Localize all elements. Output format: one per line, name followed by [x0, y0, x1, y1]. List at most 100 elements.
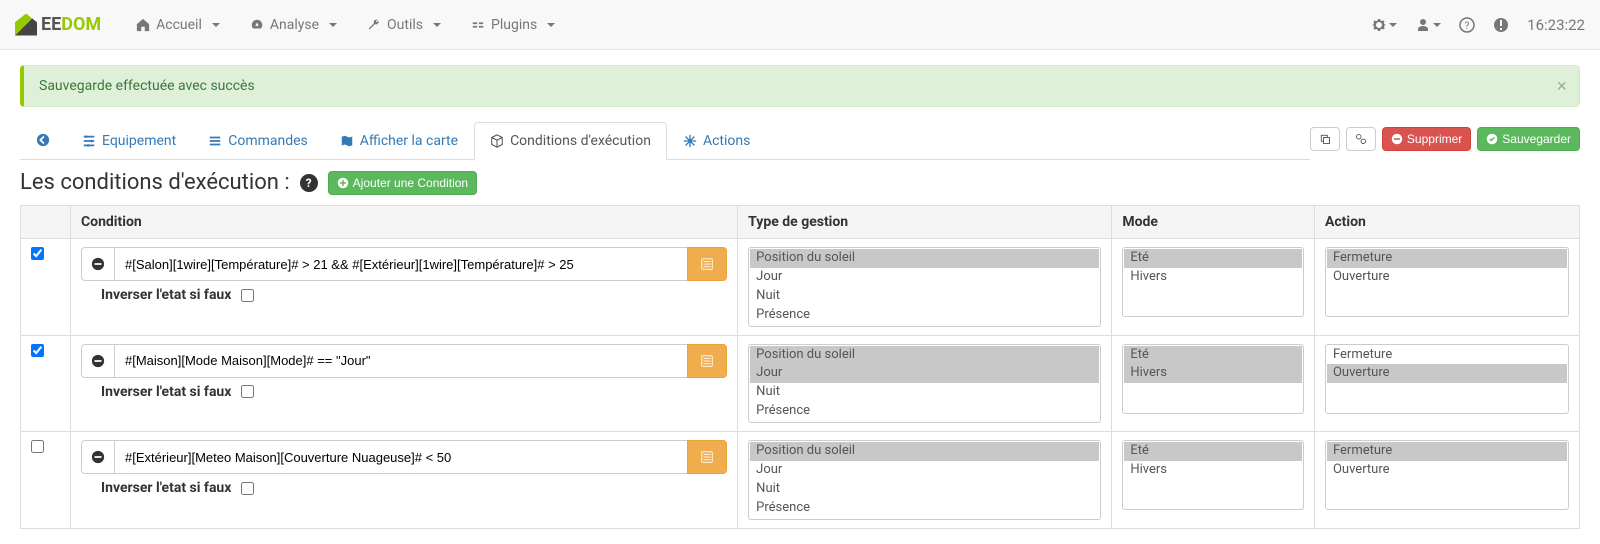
alert-close-button[interactable]: ×	[1556, 76, 1567, 97]
help-menu[interactable]: ?	[1459, 17, 1475, 33]
row-enable-checkbox[interactable]	[31, 344, 44, 357]
svg-text:?: ?	[1465, 21, 1470, 32]
gestion-listbox-option[interactable]: Position du soleil	[750, 442, 1099, 461]
mode-listbox-option[interactable]: Hivers	[1124, 364, 1302, 383]
sliders-icon	[82, 134, 96, 148]
gestion-listbox-option[interactable]: Nuit	[750, 480, 1099, 499]
wrench-icon	[367, 18, 381, 32]
duplicate-button[interactable]	[1310, 127, 1340, 151]
invert-checkbox[interactable]	[241, 385, 254, 398]
condition-input[interactable]	[115, 440, 687, 474]
row-enable-checkbox[interactable]	[31, 247, 44, 260]
tab-actions[interactable]: Actions	[667, 122, 766, 160]
gestion-listbox[interactable]: Position du soleilJourNuitPrésence	[748, 344, 1101, 424]
gestion-listbox-option[interactable]: Nuit	[750, 383, 1099, 402]
nav-plugins[interactable]: Plugins	[456, 7, 570, 43]
alert-success: Sauvegarde effectuée avec succès ×	[20, 65, 1580, 107]
delete-button[interactable]: Supprimer	[1382, 127, 1471, 151]
action-listbox[interactable]: FermetureOuverture	[1325, 440, 1569, 510]
condition-input[interactable]	[115, 344, 687, 378]
invert-label[interactable]: Inverser l'etat si faux	[101, 287, 727, 303]
gestion-listbox-option[interactable]: Nuit	[750, 287, 1099, 306]
alert-message: Sauvegarde effectuée avec succès	[39, 78, 255, 94]
nav-tools-label: Outils	[387, 17, 423, 33]
add-condition-button[interactable]: Ajouter une Condition	[328, 171, 477, 195]
gears-icon	[1371, 17, 1387, 33]
gestion-listbox-option[interactable]: Position du soleil	[750, 346, 1099, 365]
house-icon	[15, 14, 37, 36]
action-listbox-option[interactable]: Fermeture	[1327, 442, 1567, 461]
tab-back[interactable]	[20, 122, 66, 158]
brand[interactable]: EEDOM	[15, 14, 101, 36]
list-alt-icon	[700, 257, 714, 271]
condition-picker-button[interactable]	[687, 440, 727, 474]
nav-analyse-label: Analyse	[270, 17, 319, 33]
plus-circle-icon	[337, 177, 349, 189]
action-listbox-option[interactable]: Ouverture	[1327, 461, 1567, 480]
mode-listbox[interactable]: EtéHivers	[1122, 247, 1304, 317]
mode-listbox-option[interactable]: Eté	[1124, 442, 1302, 461]
remove-condition-button[interactable]	[81, 247, 115, 281]
map-icon	[340, 134, 354, 148]
tab-commands[interactable]: Commandes	[192, 122, 324, 160]
alert-menu[interactable]	[1493, 17, 1509, 33]
nav-home[interactable]: Accueil	[121, 7, 235, 43]
navbar: EEDOM Accueil Analyse Outils Plugins ?	[0, 0, 1600, 50]
invert-label[interactable]: Inverser l'etat si faux	[101, 384, 727, 400]
row-enable-checkbox[interactable]	[31, 440, 44, 453]
gestion-listbox-option[interactable]: Jour	[750, 364, 1099, 383]
snowflake-icon	[683, 134, 697, 148]
condition-input[interactable]	[115, 247, 687, 281]
remove-condition-button[interactable]	[81, 344, 115, 378]
nav-tools[interactable]: Outils	[352, 7, 456, 43]
action-listbox-option[interactable]: Ouverture	[1327, 364, 1567, 383]
mode-listbox[interactable]: EtéHivers	[1122, 344, 1304, 414]
table-row: Inverser l'etat si faux Position du solei…	[21, 335, 1580, 432]
gestion-listbox-option[interactable]: Présence	[750, 499, 1099, 518]
question-icon: ?	[1459, 17, 1475, 33]
action-listbox-option[interactable]: Ouverture	[1327, 268, 1567, 287]
tab-equipment-label: Equipement	[102, 133, 176, 149]
mode-listbox-option[interactable]: Eté	[1124, 249, 1302, 268]
minus-circle-icon	[1391, 133, 1403, 145]
condition-picker-button[interactable]	[687, 247, 727, 281]
tab-show-map-label: Afficher la carte	[360, 133, 458, 149]
settings-menu[interactable]	[1371, 17, 1397, 33]
remove-condition-button[interactable]	[81, 440, 115, 474]
gestion-listbox[interactable]: Position du soleilJourNuitPrésence	[748, 247, 1101, 327]
tab-commands-label: Commandes	[228, 133, 308, 149]
action-listbox-option[interactable]: Fermeture	[1327, 249, 1567, 268]
gestion-listbox-option[interactable]: Présence	[750, 306, 1099, 325]
gestion-listbox-option[interactable]: Position du soleil	[750, 249, 1099, 268]
tab-equipment[interactable]: Equipement	[66, 122, 192, 160]
config-button[interactable]	[1346, 127, 1376, 151]
condition-picker-button[interactable]	[687, 344, 727, 378]
invert-label[interactable]: Inverser l'etat si faux	[101, 480, 727, 496]
list-alt-icon	[700, 354, 714, 368]
tab-conditions[interactable]: Conditions d'exécution	[474, 122, 667, 160]
invert-checkbox[interactable]	[241, 482, 254, 495]
gestion-listbox-option[interactable]: Présence	[750, 402, 1099, 421]
gestion-listbox-option[interactable]: Jour	[750, 461, 1099, 480]
gestion-listbox-option[interactable]: Jour	[750, 268, 1099, 287]
mode-listbox[interactable]: EtéHivers	[1122, 440, 1304, 510]
save-button[interactable]: Sauvegarder	[1477, 127, 1580, 151]
mode-listbox-option[interactable]: Hivers	[1124, 461, 1302, 480]
home-icon	[136, 18, 150, 32]
mode-listbox-option[interactable]: Eté	[1124, 346, 1302, 365]
action-listbox[interactable]: FermetureOuverture	[1325, 247, 1569, 317]
logo-text: EEDOM	[41, 14, 101, 35]
conditions-table: Condition Type de gestion Mode Action In…	[20, 205, 1580, 529]
nav-analyse[interactable]: Analyse	[235, 7, 352, 43]
copy-icon	[1319, 133, 1331, 145]
mode-listbox-option[interactable]: Hivers	[1124, 268, 1302, 287]
action-listbox-option[interactable]: Fermeture	[1327, 346, 1567, 365]
table-row: Inverser l'etat si faux Position du solei…	[21, 239, 1580, 336]
help-icon[interactable]: ?	[300, 174, 318, 192]
tab-show-map[interactable]: Afficher la carte	[324, 122, 474, 160]
add-condition-label: Ajouter une Condition	[353, 176, 468, 190]
action-listbox[interactable]: FermetureOuverture	[1325, 344, 1569, 414]
user-menu[interactable]	[1415, 17, 1441, 33]
invert-checkbox[interactable]	[241, 289, 254, 302]
gestion-listbox[interactable]: Position du soleilJourNuitPrésence	[748, 440, 1101, 520]
